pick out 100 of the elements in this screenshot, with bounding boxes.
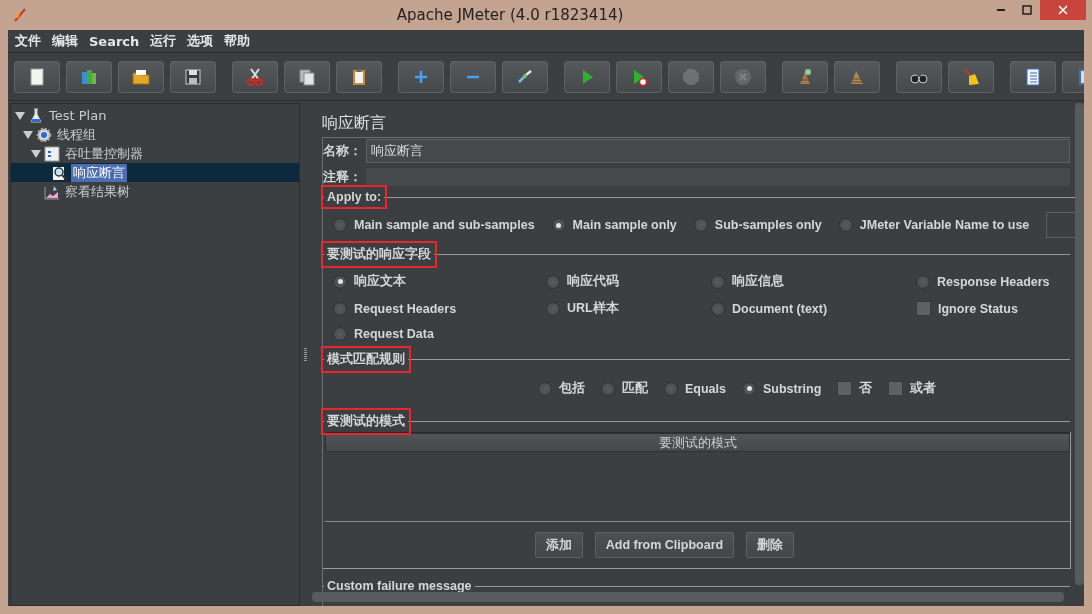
radio-button[interactable] <box>711 301 725 316</box>
panel-title: 响应断言 <box>321 112 387 131</box>
radio-button[interactable] <box>838 218 853 232</box>
tree-item[interactable]: Test Plan <box>47 108 109 123</box>
paste-button[interactable] <box>336 60 382 93</box>
pages-icon <box>297 66 317 87</box>
menu-item[interactable]: 运行 <box>145 32 183 50</box>
radio-button[interactable] <box>693 218 708 232</box>
radio-button[interactable] <box>664 381 678 396</box>
feather-icon <box>12 7 28 23</box>
field-label: 注释： <box>323 168 362 186</box>
clear-button[interactable] <box>782 60 828 93</box>
option-label[interactable]: 响应信息 <box>732 273 784 290</box>
save-button[interactable] <box>170 60 216 93</box>
radio-button[interactable] <box>333 218 347 232</box>
menu-item[interactable]: Search <box>84 33 146 49</box>
radio-button[interactable] <box>742 381 756 396</box>
tree-item[interactable]: 响应断言 <box>71 163 127 182</box>
close-icon <box>1058 5 1068 15</box>
option-label[interactable]: Ignore Status <box>938 301 1018 316</box>
action-button[interactable]: Add from Clipboard <box>594 532 735 558</box>
name-field[interactable]: 响应断言 <box>366 139 1070 163</box>
vertical-scrollbar[interactable] <box>1075 103 1084 585</box>
checkbox[interactable] <box>837 381 853 396</box>
radio-button[interactable] <box>546 274 560 289</box>
splitter-handle[interactable] <box>303 347 307 362</box>
option-label[interactable]: Main sample only <box>572 218 677 232</box>
clear-all-button[interactable] <box>834 60 880 93</box>
triangle-icon[interactable] <box>15 110 25 121</box>
cut-button[interactable] <box>232 60 278 93</box>
panel-icon <box>44 145 60 162</box>
reset-search-button[interactable] <box>948 60 994 93</box>
templates-button[interactable] <box>66 60 112 93</box>
option-label[interactable]: Equals <box>685 381 726 396</box>
search-button[interactable] <box>896 60 942 93</box>
checkbox[interactable] <box>916 301 931 316</box>
toggle-button[interactable] <box>502 60 548 93</box>
option-label[interactable]: Sub-samples only <box>714 218 822 232</box>
stop-sign-icon <box>681 66 701 87</box>
radio-button[interactable] <box>333 274 347 289</box>
checkbox[interactable] <box>888 381 904 396</box>
column-header[interactable]: 要测试的模式 <box>325 433 1070 452</box>
option-label[interactable]: Request Data <box>354 327 434 341</box>
magnifier-icon <box>52 164 68 181</box>
option-label[interactable]: 响应文本 <box>354 273 406 290</box>
radio-button[interactable] <box>333 327 347 341</box>
option-label[interactable]: JMeter Variable Name to use <box>859 218 1030 232</box>
triangle-icon[interactable] <box>31 148 41 159</box>
horizontal-scrollbar[interactable] <box>312 592 1064 602</box>
open-button[interactable] <box>118 60 164 93</box>
window-title: Apache JMeter (4.0 r1823414) <box>395 6 625 24</box>
list-icon <box>1023 66 1043 87</box>
option-label[interactable]: 包括 <box>559 380 585 397</box>
radio-button[interactable] <box>916 274 930 289</box>
tree-item[interactable]: 吞吐量控制器 <box>63 144 145 163</box>
section-title: Custom failure message <box>326 578 473 595</box>
section-title: Apply to: <box>324 188 385 206</box>
menu-item[interactable]: 选项 <box>182 32 220 50</box>
option-label[interactable]: Substring <box>763 381 822 396</box>
radio-button[interactable] <box>551 218 566 232</box>
menu-item[interactable]: 文件 <box>10 32 47 50</box>
section-title: 模式匹配规则 <box>324 349 408 370</box>
action-button[interactable]: 添加 <box>534 532 583 558</box>
start-no-pauses-button[interactable] <box>616 60 662 93</box>
option-label[interactable]: Response Headers <box>937 274 1050 289</box>
start-button[interactable] <box>564 60 610 93</box>
comment-field[interactable] <box>366 168 1070 186</box>
close-button[interactable] <box>1040 0 1086 20</box>
option-label[interactable]: 否 <box>859 380 873 397</box>
section-title: 要测试的模式 <box>324 411 408 432</box>
option-label[interactable]: URL样本 <box>567 300 619 317</box>
function-helper-button[interactable] <box>1010 60 1056 93</box>
copy-button[interactable] <box>284 60 330 93</box>
option-label[interactable]: 或者 <box>910 380 937 397</box>
tree-item[interactable]: 察看结果树 <box>63 182 132 201</box>
radio-button[interactable] <box>601 381 615 396</box>
radio-button[interactable] <box>333 301 347 316</box>
field-label: 名称： <box>323 142 362 160</box>
scissors-icon <box>245 66 265 87</box>
collapse-button[interactable] <box>450 60 496 93</box>
page-icon <box>27 66 47 87</box>
expand-button[interactable] <box>398 60 444 93</box>
radio-button[interactable] <box>546 301 560 316</box>
triangle-icon[interactable] <box>23 129 33 140</box>
x-circle-icon <box>733 66 753 87</box>
menu-item[interactable]: 编辑 <box>47 32 84 50</box>
option-label[interactable]: 响应代码 <box>567 273 619 290</box>
flask-icon <box>28 107 44 124</box>
action-button[interactable]: 删除 <box>746 532 795 558</box>
section-title: 要测试的响应字段 <box>324 244 434 265</box>
option-label[interactable]: 匹配 <box>622 380 648 397</box>
radio-button[interactable] <box>711 274 725 289</box>
option-label[interactable]: Document (text) <box>732 301 828 316</box>
option-label[interactable]: Request Headers <box>354 301 457 316</box>
menu-item[interactable]: 帮助 <box>219 32 257 50</box>
option-label[interactable]: Main sample and sub-samples <box>354 218 535 232</box>
radio-button[interactable] <box>538 381 552 396</box>
tree-item[interactable]: 线程组 <box>55 125 98 144</box>
gear-icon <box>36 126 52 143</box>
new-button[interactable] <box>14 60 60 93</box>
